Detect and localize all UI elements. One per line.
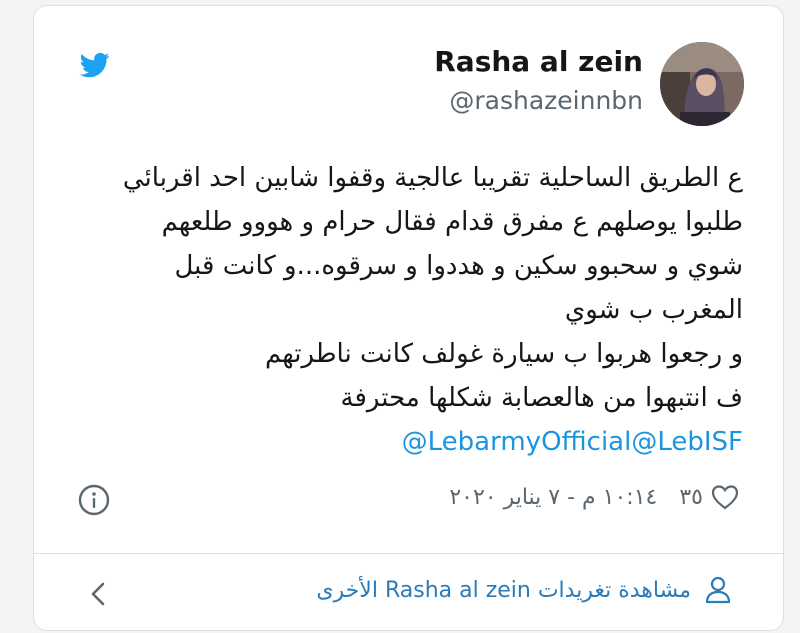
tweet-text-line: طلبوا يوصلهم ع مفرق قدام فقال حرام و هوو… xyxy=(161,207,743,237)
tweet-meta: ٣٥ ١٠:١٤ م - ٧ يناير ٢٠٢٠ xyxy=(449,484,739,510)
like-count: ٣٥ xyxy=(679,484,703,510)
heart-icon xyxy=(711,485,739,510)
chevron-left-icon[interactable] xyxy=(88,580,108,608)
tweet-text-line: و رجعوا هربوا ب سيارة غولف كانت ناطرتهم xyxy=(264,339,743,369)
info-icon[interactable] xyxy=(78,484,110,516)
view-more-label: مشاهدة تغريدات Rasha al zein الأخرى xyxy=(316,577,691,603)
display-name[interactable]: Rasha al zein xyxy=(434,44,643,80)
tweet-timestamp[interactable]: ١٠:١٤ م - ٧ يناير ٢٠٢٠ xyxy=(449,485,657,510)
tweet-text-line: المغرب ب شوي xyxy=(564,295,743,325)
user-handle[interactable]: @rashazeinnbn xyxy=(434,84,643,118)
tweet-text-line: شوي و سحبوو سكين و هددوا و سرقوه...و كان… xyxy=(174,251,743,281)
twitter-bird-icon[interactable] xyxy=(78,50,112,80)
tweet-card: Rasha al zein @rashazeinnbn ع الطريق الس… xyxy=(33,5,784,631)
avatar-image xyxy=(660,42,744,126)
tweet-text-line: ف انتبهوا من هالعصابة شكلها محترفة xyxy=(340,383,743,413)
tweet-text: ع الطريق الساحلية تقريبا عالجية وقفوا شا… xyxy=(53,156,743,464)
like-button[interactable]: ٣٥ xyxy=(679,484,739,510)
divider xyxy=(34,553,783,554)
avatar[interactable] xyxy=(660,42,744,126)
user-info: Rasha al zein @rashazeinnbn xyxy=(434,44,643,118)
view-more-tweets-link[interactable]: مشاهدة تغريدات Rasha al zein الأخرى xyxy=(316,576,731,604)
person-icon xyxy=(705,576,731,604)
mention-links[interactable]: @LebarmyOfficial@LebISF xyxy=(53,420,743,464)
tweet-text-line: ع الطريق الساحلية تقريبا عالجية وقفوا شا… xyxy=(122,163,743,193)
